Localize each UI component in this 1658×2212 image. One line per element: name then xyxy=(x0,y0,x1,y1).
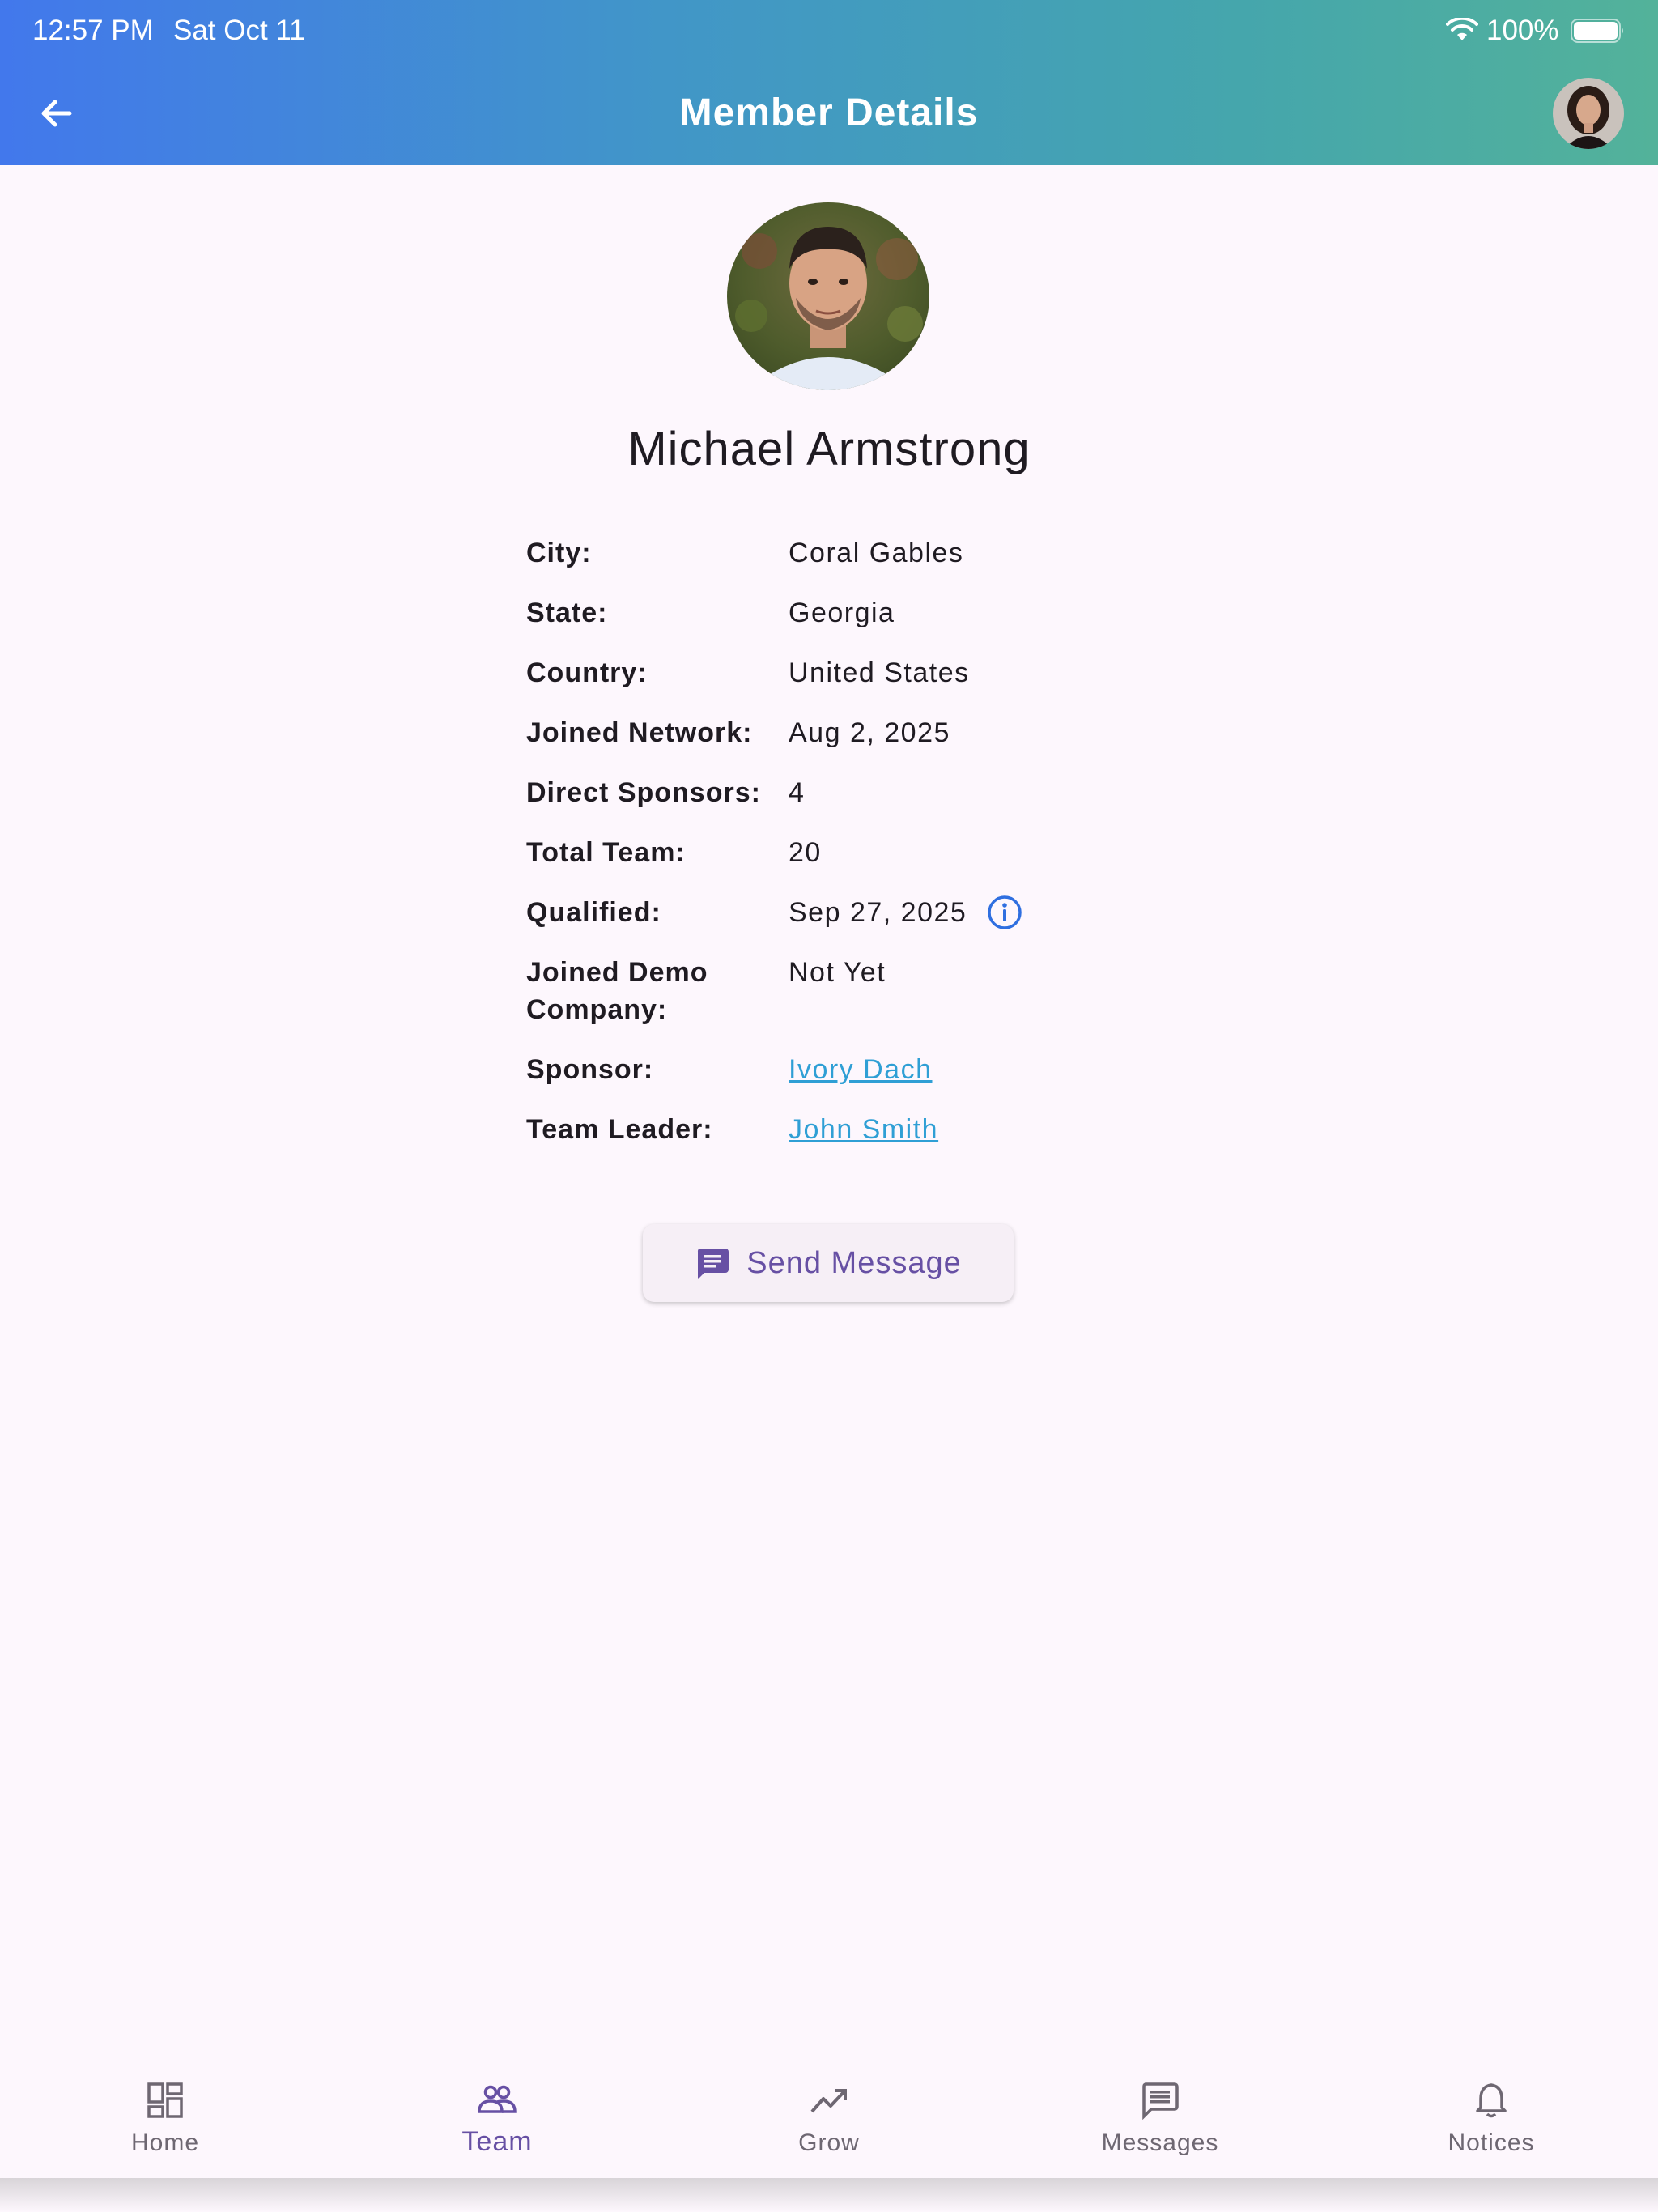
battery-percent: 100% xyxy=(1486,15,1559,46)
member-photo xyxy=(727,202,929,390)
nav-item-team[interactable]: Team xyxy=(400,2057,594,2178)
page-title: Member Details xyxy=(679,91,979,134)
app-header: 12:57 PM Sat Oct 11 100% Member Details xyxy=(0,0,1658,165)
home-indicator-area xyxy=(0,2178,1658,2212)
detail-label-qualified: Qualified: xyxy=(526,897,661,928)
user-avatar-image xyxy=(1553,78,1624,149)
message-icon xyxy=(698,1249,729,1279)
detail-value-country: United States xyxy=(789,657,970,688)
detail-label-joined-demo-company: Joined Demo Company: xyxy=(526,957,708,1025)
detail-label-sponsor: Sponsor: xyxy=(526,1054,654,1085)
nav-item-messages[interactable]: Messages xyxy=(1063,2057,1257,2178)
nav-label-notices: Notices xyxy=(1448,2129,1535,2156)
detail-value-direct-sponsors: 4 xyxy=(789,777,806,808)
messages-icon xyxy=(1142,2082,1179,2120)
info-icon[interactable] xyxy=(986,894,1023,931)
send-message-button[interactable]: Send Message xyxy=(643,1224,1014,1302)
team-icon xyxy=(478,2085,517,2113)
trending-up-icon xyxy=(810,2089,847,2113)
detail-label-city: City: xyxy=(526,538,592,568)
screen: 12:57 PM Sat Oct 11 100% Member Details xyxy=(0,0,1658,2212)
detail-value-city: Coral Gables xyxy=(789,538,964,568)
nav-label-grow: Grow xyxy=(798,2129,860,2156)
detail-value-total-team: 20 xyxy=(789,837,822,868)
status-date: Sat Oct 11 xyxy=(173,15,305,46)
member-photo-image xyxy=(727,202,929,390)
detail-label-joined-network: Joined Network: xyxy=(526,717,753,748)
sponsor-link[interactable]: Ivory Dach xyxy=(789,1051,933,1088)
detail-value-qualified: Sep 27, 2025 xyxy=(789,897,967,928)
detail-value-joined-network: Aug 2, 2025 xyxy=(789,717,950,748)
detail-label-state: State: xyxy=(526,598,608,628)
detail-label-team-leader: Team Leader: xyxy=(526,1114,713,1145)
nav-label-messages: Messages xyxy=(1101,2129,1219,2156)
nav-item-home[interactable]: Home xyxy=(68,2057,262,2178)
detail-value-state: Georgia xyxy=(789,598,895,628)
nav-label-team: Team xyxy=(461,2126,533,2157)
user-avatar[interactable] xyxy=(1553,78,1624,149)
detail-label-country: Country: xyxy=(526,657,648,688)
team-leader-link[interactable]: John Smith xyxy=(789,1111,938,1148)
member-name: Michael Armstrong xyxy=(627,423,1031,475)
status-time: 12:57 PM xyxy=(32,15,154,46)
battery-icon xyxy=(1571,19,1623,43)
nav-item-notices[interactable]: Notices xyxy=(1394,2057,1588,2178)
dashboard-icon xyxy=(147,2082,183,2118)
bell-icon xyxy=(1476,2083,1507,2118)
nav-item-grow[interactable]: Grow xyxy=(732,2057,926,2178)
send-message-label: Send Message xyxy=(746,1245,962,1280)
nav-label-home: Home xyxy=(130,2129,200,2156)
detail-value-joined-demo-company: Not Yet xyxy=(789,957,886,988)
detail-label-direct-sponsors: Direct Sponsors: xyxy=(526,777,761,808)
bottom-navigation: Home Team Grow Messages Notices xyxy=(0,2057,1658,2178)
wifi-icon xyxy=(1446,18,1478,40)
detail-label-total-team: Total Team: xyxy=(526,837,686,868)
